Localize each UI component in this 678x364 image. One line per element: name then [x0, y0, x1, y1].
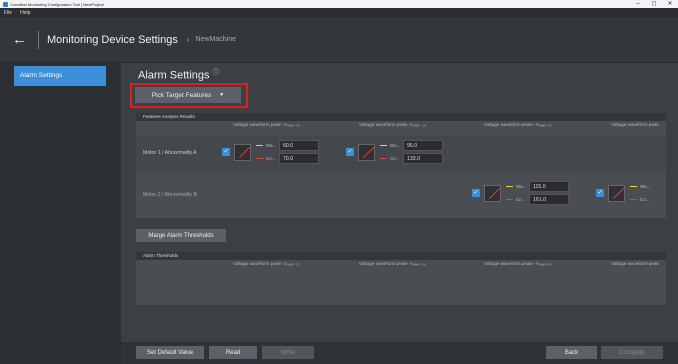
chevron-right-icon: › — [186, 35, 190, 44]
maximize-icon[interactable]: ◻ — [646, 0, 662, 8]
column-header: Voltage waveform peak- Vₚₑₐₖ₋₃₁ — [233, 261, 300, 266]
column-header: Voltage waveform peak+ Vₚₑₐₖ₊₂₀ — [484, 122, 553, 127]
page-header: ← Monitoring Device Settings › NewMachin… — [0, 17, 678, 63]
page-title: Monitoring Device Settings — [47, 33, 178, 46]
menu-bar: File Help — [0, 8, 678, 17]
set-default-value-button[interactable]: Set Default Value — [136, 346, 204, 359]
column-header: Voltage waveform peak- Vₚₑₐₖ₋₁₉ — [359, 122, 426, 127]
critical-legend — [256, 157, 263, 160]
critical-label: Cri... — [266, 156, 276, 161]
trend-chart-icon[interactable] — [234, 143, 251, 161]
critical-label: Cri... — [640, 197, 650, 202]
pick-target-features-label: Pick Target Features — [151, 91, 212, 99]
close-icon[interactable]: ✕ — [662, 0, 678, 8]
column-header: Voltage waveform peak — [611, 261, 659, 266]
warning-label: Wa... — [266, 143, 277, 148]
warning-label: Wa... — [640, 184, 651, 189]
warning-label: Wa... — [390, 143, 401, 148]
pick-target-features-button[interactable]: Pick Target Features ▼ — [135, 87, 241, 103]
critical-threshold-input[interactable]: 161.0 — [529, 194, 569, 205]
column-header: Voltage waveform peak — [611, 122, 659, 127]
column-header: Voltage waveform peak- Vₚₑₐₖ₋₃₁ — [233, 122, 300, 127]
column-header: Voltage waveform peak+ Vₚₑₐₖ₊₂₀ — [484, 261, 553, 266]
row-label: Motor 2 / Abnormality B — [143, 192, 197, 198]
complete-button[interactable]: Complete — [601, 346, 663, 359]
warning-legend — [506, 185, 513, 188]
critical-threshold-input[interactable]: 70.0 — [279, 153, 319, 164]
critical-threshold-input[interactable]: 133.0 — [403, 153, 443, 164]
critical-legend — [506, 198, 513, 201]
feature-cell: ✓ Wa... 95.0 Cri... 133.0 — [346, 140, 443, 164]
section-title: Alarm Settings ⓘ — [138, 67, 220, 82]
critical-label: Cri... — [516, 197, 526, 202]
section-title-text: Alarm Settings — [138, 69, 210, 82]
table-row: Motor 2 / Abnormality B ✓ Wa... 115.0 Cri… — [136, 176, 666, 216]
write-button[interactable]: Write — [262, 346, 314, 359]
sidebar-item-alarm-settings[interactable]: Alarm Settings — [14, 66, 106, 86]
trend-chart-icon[interactable] — [484, 184, 501, 202]
feature-cell: ✓ Wa... 115.0 Cri... 161.0 — [472, 181, 569, 205]
column-header: Voltage waveform peak- Vₚₑₐₖ₋₁₉ — [359, 261, 426, 266]
features-panel-title: Features Analysis Results — [136, 113, 666, 121]
warning-legend — [630, 185, 637, 188]
warning-threshold-input[interactable]: 60.0 — [279, 140, 319, 151]
check-icon[interactable]: ✓ — [346, 148, 354, 156]
read-button[interactable]: Read — [209, 346, 257, 359]
sidebar: Alarm Settings — [0, 63, 121, 364]
alarm-thresholds-panel: Alarm Thresholds Voltage waveform peak- … — [136, 252, 666, 305]
feature-cell: ✓ Wa... 60.0 Cri... 70.0 — [222, 140, 319, 164]
title-bar: Condition Monitoring Configuration Tool … — [0, 0, 678, 8]
critical-legend — [630, 198, 637, 201]
info-icon[interactable]: ⓘ — [213, 69, 220, 76]
trend-chart-icon[interactable] — [358, 143, 375, 161]
merge-alarm-thresholds-button[interactable]: Marge Alarm Thresholds — [136, 229, 226, 242]
check-icon[interactable]: ✓ — [222, 148, 230, 156]
warning-threshold-input[interactable]: 115.0 — [529, 181, 569, 192]
table-row: Motor 1 / Abnormality A ✓ Wa... 60.0 Cri.… — [136, 135, 666, 173]
header-divider — [38, 30, 39, 49]
menu-file[interactable]: File — [0, 10, 16, 16]
caret-down-icon: ▼ — [219, 92, 225, 98]
critical-legend — [380, 157, 387, 160]
breadcrumb[interactable]: NewMachine — [196, 36, 236, 43]
check-icon[interactable]: ✓ — [596, 189, 604, 197]
critical-label: Cri... — [390, 156, 400, 161]
warning-legend — [380, 144, 387, 147]
app-icon — [3, 1, 8, 7]
warning-label: Wa... — [516, 184, 527, 189]
feature-cell: ✓ Wa... Cri... — [596, 182, 653, 204]
minimize-icon[interactable]: – — [630, 0, 646, 8]
back-arrow-icon[interactable]: ← — [12, 32, 32, 47]
trend-chart-icon[interactable] — [608, 184, 625, 202]
features-analysis-panel: Features Analysis Results Voltage wavefo… — [136, 113, 666, 218]
back-button[interactable]: Back — [546, 346, 597, 359]
thresholds-panel-title: Alarm Thresholds — [136, 252, 666, 260]
menu-help[interactable]: Help — [16, 10, 34, 16]
check-icon[interactable]: ✓ — [472, 189, 480, 197]
row-label: Motor 1 / Abnormality A — [143, 150, 197, 156]
window-title: Condition Monitoring Configuration Tool … — [10, 1, 104, 7]
main-content: Alarm Settings ⓘ Pick Target Features ▼ F… — [121, 63, 678, 364]
footer-bar: Set Default Value Read Write Back Comple… — [121, 342, 678, 364]
warning-threshold-input[interactable]: 95.0 — [403, 140, 443, 151]
warning-legend — [256, 144, 263, 147]
